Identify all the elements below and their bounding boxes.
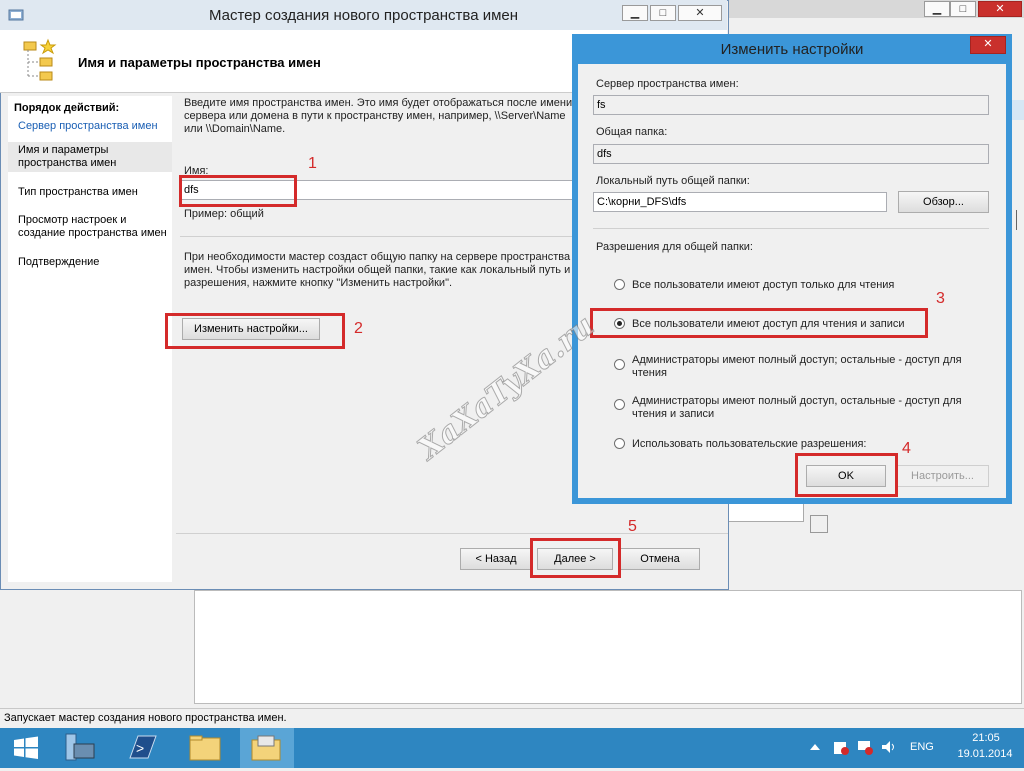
folder-icon <box>189 735 221 761</box>
radio-admin-full-read[interactable] <box>614 359 625 370</box>
intro-text: Введите имя пространства имен. Это имя б… <box>184 97 573 135</box>
permissions-label: Разрешения для общей папки: <box>596 241 753 253</box>
radio-read-only[interactable] <box>614 279 625 290</box>
radio-admin-full-readwrite[interactable] <box>614 399 625 410</box>
path-label: Локальный путь общей папки: <box>596 175 750 187</box>
annotation-4: 4 <box>902 440 911 457</box>
highlight-box-5 <box>530 538 621 578</box>
tray-expand-icon[interactable] <box>808 740 822 754</box>
mmc-title-bar: ▁ □ ✕ <box>728 0 1024 18</box>
powershell-icon: > <box>129 735 157 759</box>
annotation-1: 1 <box>308 155 317 172</box>
wizard-page-heading: Имя и параметры пространства имен <box>78 55 321 70</box>
clock-time[interactable]: 21:05 <box>960 732 1012 744</box>
step-review[interactable]: Просмотр настроек и создание пространств… <box>8 214 172 240</box>
option-custom-label[interactable]: Использовать пользовательские разрешения… <box>632 438 972 451</box>
highlight-box-3 <box>590 308 928 338</box>
share-label: Общая папка: <box>596 126 668 138</box>
radio-custom[interactable] <box>614 438 625 449</box>
separator <box>593 228 989 229</box>
mmc-minimize-button[interactable]: ▁ <box>924 1 950 17</box>
taskbar-server-manager[interactable] <box>54 728 108 768</box>
highlight-box-1 <box>179 175 297 207</box>
wizard-title: Мастер создания нового пространства имен <box>208 7 519 24</box>
annotation-3: 3 <box>936 290 945 307</box>
action-center-icon[interactable] <box>832 738 850 756</box>
share-field: dfs <box>593 144 989 164</box>
wizard-title-bar: Мастер создания нового пространства имен… <box>0 0 727 31</box>
step-name-params[interactable]: Имя и параметры пространства имен <box>8 142 172 172</box>
separator <box>180 236 576 237</box>
wizard-steps-panel: Порядок действий: Сервер пространства им… <box>8 96 172 582</box>
info-text: При необходимости мастер создаст общую п… <box>184 251 571 289</box>
browse-button[interactable]: Обзор... <box>898 191 989 213</box>
clock-date[interactable]: 19.01.2014 <box>948 748 1022 760</box>
option-admin-full-readwrite-label[interactable]: Администраторы имеют полный доступ, оста… <box>632 395 972 421</box>
dialog-close-button[interactable]: ✕ <box>970 36 1006 54</box>
highlight-box-2 <box>165 313 345 349</box>
back-button[interactable]: < Назад <box>460 548 532 570</box>
mmc-content-pane <box>194 590 1022 704</box>
step-confirmation[interactable]: Подтверждение <box>8 256 168 269</box>
annotation-2: 2 <box>354 320 363 337</box>
windows-logo-icon <box>14 736 38 759</box>
cancel-button[interactable]: Отмена <box>620 548 700 570</box>
server-field: fs <box>593 95 989 115</box>
wizard-minimize-button[interactable]: ▁ <box>622 5 648 21</box>
mmc-close-button[interactable]: ✕ <box>978 1 1022 17</box>
network-icon[interactable] <box>856 738 874 756</box>
steps-title: Порядок действий: <box>14 102 120 114</box>
volume-icon[interactable] <box>880 738 898 756</box>
dfs-management-icon <box>251 735 281 761</box>
mmc-maximize-button[interactable]: □ <box>950 1 976 17</box>
highlight-box-4 <box>795 453 898 497</box>
svg-text:>: > <box>136 740 144 756</box>
step-namespace-type[interactable]: Тип пространства имен <box>8 186 168 199</box>
server-manager-icon <box>65 733 95 761</box>
step-server[interactable]: Сервер пространства имен <box>8 120 168 133</box>
customize-button: Настроить... <box>896 465 989 487</box>
taskbar-explorer[interactable] <box>178 728 232 768</box>
mmc-divider <box>1016 210 1017 230</box>
wizard-close-button[interactable]: ✕ <box>678 5 722 21</box>
option-read-only-label[interactable]: Все пользователи имеют доступ только для… <box>632 279 972 292</box>
taskbar-powershell[interactable]: > <box>116 728 170 768</box>
language-indicator[interactable]: ENG <box>910 741 934 753</box>
separator <box>176 533 728 534</box>
example-text: Пример: общий <box>184 208 264 220</box>
status-text: Запускает мастер создания нового простра… <box>4 712 287 724</box>
option-admin-full-read-label[interactable]: Администраторы имеют полный доступ; оста… <box>632 354 972 380</box>
server-label: Сервер пространства имен: <box>596 78 739 90</box>
namespace-icon <box>23 38 57 81</box>
dialog-title-bar: Изменить настройки ✕ <box>572 34 1012 64</box>
start-button[interactable] <box>0 728 54 768</box>
taskbar: > ENG 21:05 19.01.2014 <box>0 728 1024 768</box>
taskbar-dfs-management[interactable] <box>240 728 294 768</box>
annotation-5: 5 <box>628 518 637 535</box>
dialog-title: Изменить настройки <box>720 41 864 58</box>
mmc-selection <box>1012 100 1024 120</box>
chevron-down-icon[interactable] <box>810 515 828 533</box>
status-bar: Запускает мастер создания нового простра… <box>0 708 1024 729</box>
wizard-maximize-button[interactable]: □ <box>650 5 676 21</box>
path-input[interactable]: C:\корни_DFS\dfs <box>593 192 887 212</box>
